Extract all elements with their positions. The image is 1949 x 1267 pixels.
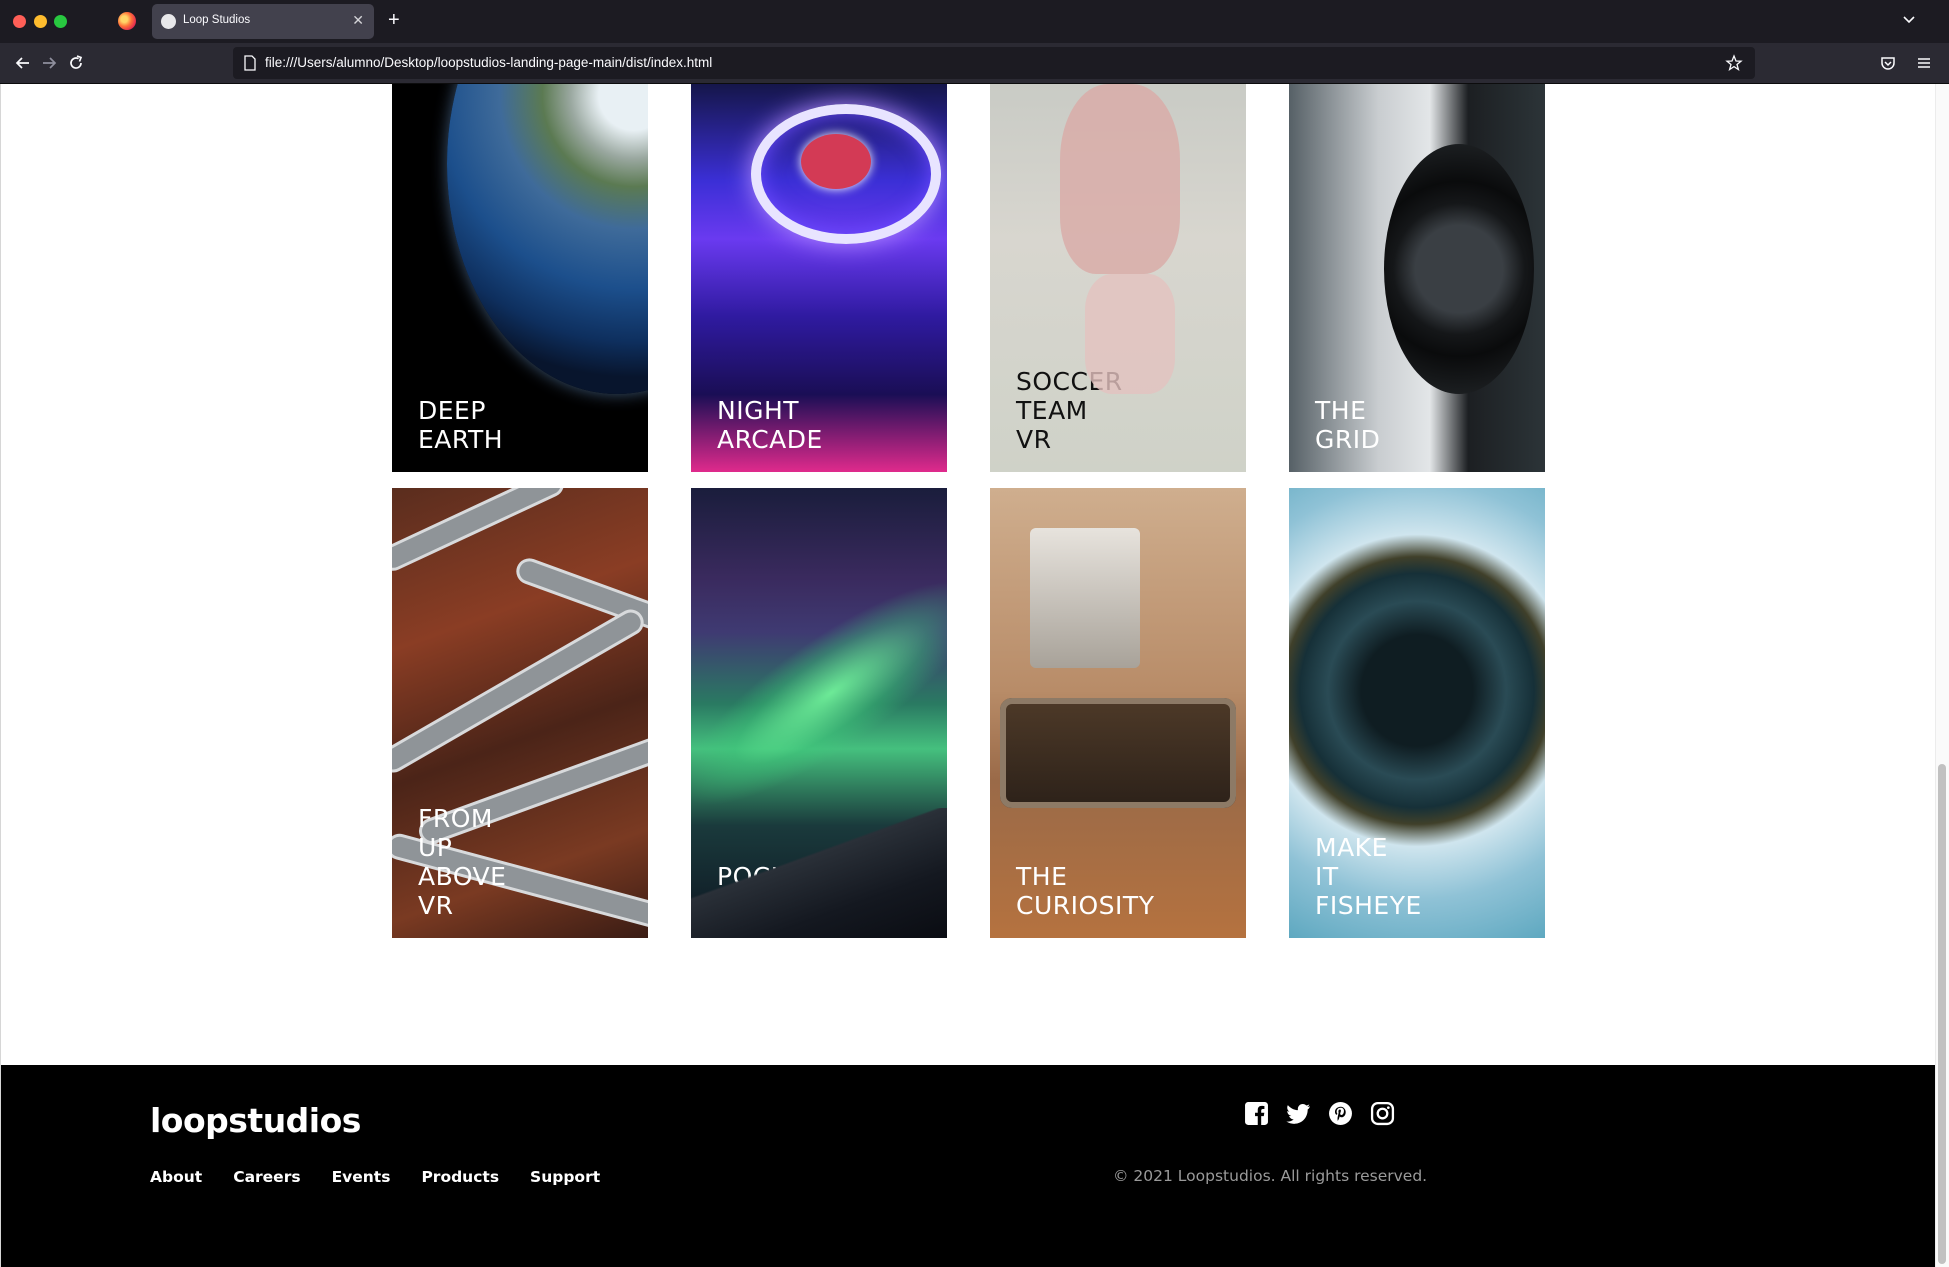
creation-card-from-up-above-vr[interactable]: From Up Above VR	[392, 488, 648, 938]
creation-title: Pocket Borealis	[717, 862, 845, 920]
page-icon	[244, 55, 256, 71]
creation-title: Make It Fisheye	[1315, 833, 1422, 920]
facebook-icon[interactable]	[1244, 1101, 1269, 1126]
url-bar[interactable]: file:///Users/alumno/Desktop/loopstudios…	[233, 47, 1755, 79]
minimize-window-button[interactable]	[34, 15, 47, 28]
footer-link-about[interactable]: About	[150, 1168, 202, 1186]
footer-link-events[interactable]: Events	[332, 1168, 391, 1186]
back-icon[interactable]	[13, 53, 33, 73]
creation-title: Night Arcade	[717, 396, 823, 454]
forward-icon[interactable]	[39, 53, 59, 73]
creation-title: The Curiosity	[1016, 862, 1155, 920]
creation-card-make-it-fisheye[interactable]: Make It Fisheye	[1289, 488, 1545, 938]
menu-icon[interactable]	[1915, 54, 1933, 72]
bookmark-star-icon[interactable]	[1725, 54, 1743, 72]
creation-card-pocket-borealis[interactable]: Pocket Borealis	[691, 488, 947, 938]
creation-card-the-grid[interactable]: The Grid	[1289, 84, 1545, 472]
footer-link-support[interactable]: Support	[530, 1168, 600, 1186]
creation-card-deep-earth[interactable]: Deep Earth	[392, 84, 648, 472]
url-text[interactable]: file:///Users/alumno/Desktop/loopstudios…	[265, 55, 712, 70]
social-links	[1244, 1101, 1395, 1126]
site-footer: loopstudios About Careers Events Product…	[1, 1065, 1936, 1267]
twitter-icon[interactable]	[1286, 1101, 1311, 1126]
page-scrollbar[interactable]	[1935, 84, 1949, 1267]
pocket-icon[interactable]	[1879, 54, 1897, 72]
footer-link-careers[interactable]: Careers	[233, 1168, 300, 1186]
creation-title: Deep Earth	[418, 396, 504, 454]
close-window-button[interactable]	[13, 15, 26, 28]
creation-card-soccer-team-vr[interactable]: Soccer Team VR	[990, 84, 1246, 472]
footer-logo[interactable]: loopstudios	[150, 1101, 361, 1140]
reload-icon[interactable]	[66, 53, 86, 73]
tab-title: Loop Studios	[183, 14, 251, 26]
creation-card-night-arcade[interactable]: Night Arcade	[691, 84, 947, 472]
footer-nav: About Careers Events Products Support	[150, 1168, 600, 1186]
page-viewport: Deep Earth Night Arcade Soccer Team VR The Gr…	[0, 84, 1949, 1267]
browser-tab-bar: Loop Studios ✕ +	[0, 0, 1949, 43]
pinterest-icon[interactable]	[1328, 1101, 1353, 1126]
browser-nav-bar: file:///Users/alumno/Desktop/loopstudios…	[0, 43, 1949, 84]
close-tab-icon[interactable]: ✕	[352, 12, 364, 29]
creation-card-the-curiosity[interactable]: The Curiosity	[990, 488, 1246, 938]
new-tab-icon[interactable]: +	[388, 9, 400, 32]
tab-list-icon[interactable]	[1901, 11, 1917, 27]
tab-loop-studios[interactable]: Loop Studios ✕	[152, 4, 374, 39]
scrollbar-thumb[interactable]	[1938, 764, 1946, 1264]
instagram-icon[interactable]	[1370, 1101, 1395, 1126]
creation-title: The Grid	[1315, 396, 1381, 454]
firefox-icon[interactable]	[118, 12, 136, 30]
copyright-text: © 2021 Loopstudios. All rights reserved.	[1113, 1167, 1428, 1185]
creation-title: From Up Above VR	[418, 804, 507, 920]
zoom-window-button[interactable]	[54, 15, 67, 28]
creation-title: Soccer Team VR	[1016, 367, 1123, 454]
tab-favicon-icon	[161, 14, 176, 29]
footer-link-products[interactable]: Products	[421, 1168, 499, 1186]
